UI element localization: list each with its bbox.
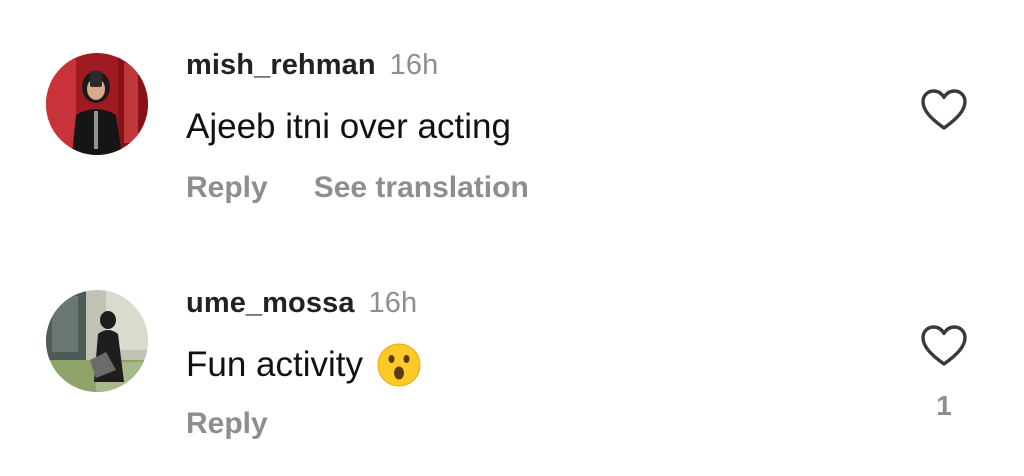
comment-actions: Reply See translation <box>186 171 529 205</box>
heart-outline-icon <box>921 89 967 130</box>
comment-username[interactable]: ume_mossa 16h <box>186 287 417 320</box>
username-text[interactable]: mish_rehman <box>186 49 376 81</box>
avatar[interactable] <box>46 290 148 392</box>
like-count[interactable]: 1 <box>920 390 968 422</box>
avatar[interactable] <box>46 53 148 155</box>
comment-item: mish_rehman 16h Ajeeb itni over acting Re… <box>0 0 1024 240</box>
username-text[interactable]: ume_mossa <box>186 287 355 319</box>
avatar-image <box>46 290 148 392</box>
avatar-image <box>46 53 148 155</box>
heart-outline-icon <box>921 325 967 366</box>
comment-text: Ajeeb itni over acting <box>186 107 511 146</box>
comment-text-row: Fun activity <box>186 343 421 387</box>
reply-button[interactable]: Reply <box>186 171 268 204</box>
like-button[interactable] <box>920 88 968 132</box>
comment-timestamp: 16h <box>389 49 439 81</box>
comment-actions: Reply <box>186 407 268 441</box>
reply-button[interactable]: Reply <box>186 407 268 440</box>
comments-list: mish_rehman 16h Ajeeb itni over acting Re… <box>0 0 1024 476</box>
comment-item: ume_mossa 16h Fun activity Reply 1 <box>0 240 1024 476</box>
like-button[interactable] <box>920 324 968 368</box>
comment-text: Fun activity <box>186 345 363 384</box>
astonished-face-emoji-icon <box>377 343 421 387</box>
see-translation-button[interactable]: See translation <box>314 171 529 204</box>
comment-username[interactable]: mish_rehman 16h <box>186 49 438 82</box>
comment-timestamp: 16h <box>368 287 418 319</box>
